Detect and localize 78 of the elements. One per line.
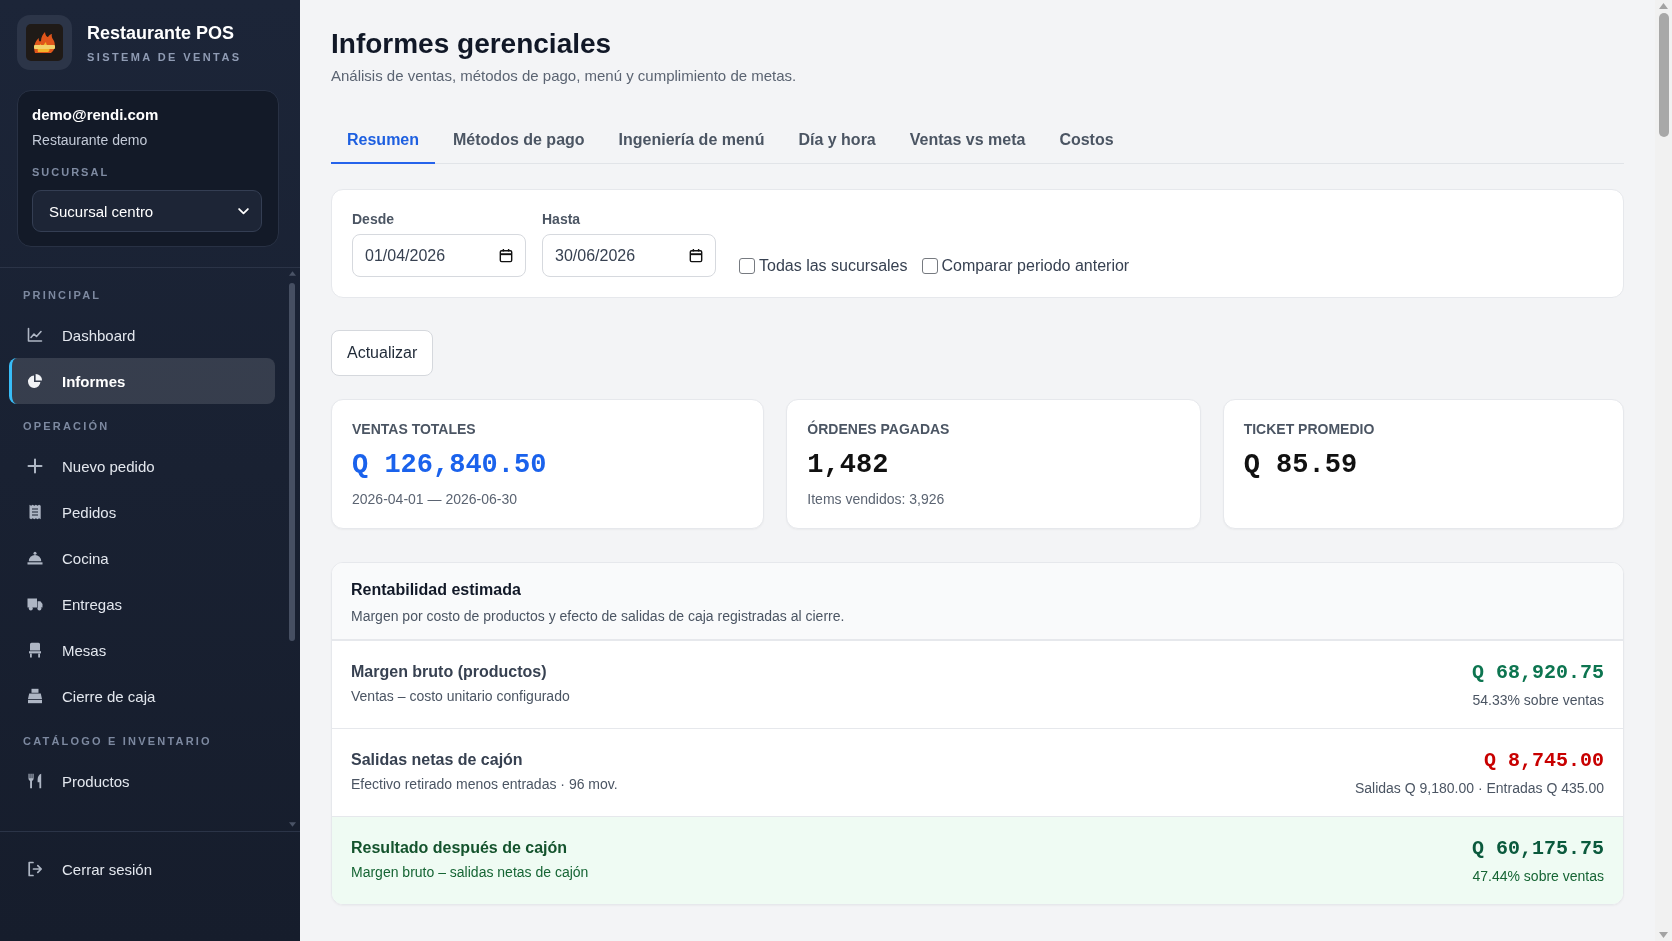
- row-description: Margen bruto – salidas netas de cajón: [351, 863, 589, 881]
- stat-note: Items vendidos: 3,926: [807, 490, 946, 508]
- brand-subtitle: SISTEMA DE VENTAS: [87, 49, 242, 64]
- tab[interactable]: Ingeniería de menú: [602, 117, 781, 164]
- stat-value: Q 126,840.50: [352, 449, 548, 482]
- chevron-down-icon: [238, 207, 249, 215]
- stat-value: Q 85.59: [1243, 449, 1359, 482]
- row-detail: 54.33% sobre ventas: [1472, 691, 1604, 709]
- branch-label: SUCURSAL: [32, 165, 111, 179]
- row-detail: 47.44% sobre ventas: [1472, 867, 1604, 885]
- tab[interactable]: Resumen: [331, 117, 436, 164]
- scrollbar-thumb[interactable]: [1658, 13, 1669, 137]
- row-description: Ventas – costo unitario configurado: [351, 687, 570, 705]
- stat-label: ÓRDENES PAGADAS: [807, 420, 951, 438]
- utensils-icon: [27, 773, 43, 789]
- date-field[interactable]: 30/06/2026: [542, 234, 716, 277]
- nav-item[interactable]: Nuevo pedido: [9, 443, 275, 489]
- cloche-icon: [27, 550, 43, 566]
- tab[interactable]: Métodos de pago: [437, 117, 601, 164]
- plus-icon: [27, 458, 43, 474]
- nav-item[interactable]: Cierre de caja: [9, 673, 275, 719]
- refresh-button[interactable]: Actualizar: [331, 330, 434, 376]
- business-name: Restaurante demo: [32, 131, 149, 150]
- checkbox-label[interactable]: Todas las sucursales: [759, 255, 908, 277]
- card-description: Margen por costo de productos y efecto de salidas de caja registradas al cierre.: [351, 607, 846, 625]
- row-title: Salidas netas de cajón: [351, 750, 524, 770]
- scroll-down-icon[interactable]: [1659, 932, 1668, 938]
- cash-register-icon: [27, 688, 43, 704]
- nav-section-title: PRINCIPAL: [22, 288, 103, 303]
- account-email: demo@rendi.com: [32, 105, 160, 125]
- logout-item[interactable]: Cerrar sesión: [9, 846, 286, 892]
- logo-icon: [17, 15, 72, 70]
- stat-label: VENTAS TOTALES: [352, 420, 477, 438]
- stat-value: 1,482: [807, 449, 890, 482]
- branch-select[interactable]: Sucursal centro: [32, 190, 262, 232]
- row-title: Margen bruto (productos): [351, 662, 548, 682]
- scroll-down-icon[interactable]: [289, 822, 296, 827]
- pie-chart-icon: [27, 373, 43, 389]
- nav-section-title: CATÁLOGO E INVENTARIO: [22, 734, 213, 749]
- row-title: Resultado después de cajón: [351, 838, 569, 858]
- page-title: Informes gerenciales: [331, 27, 613, 61]
- truck-icon: [27, 596, 43, 612]
- date-field[interactable]: 01/04/2026: [352, 234, 526, 277]
- checkbox-label[interactable]: Comparar periodo anterior: [941, 255, 1130, 277]
- calendar-icon[interactable]: [499, 248, 513, 263]
- checkbox[interactable]: [739, 258, 755, 274]
- stat-label: TICKET PROMEDIO: [1243, 420, 1376, 438]
- stat-note: 2026-04-01 — 2026-06-30: [352, 490, 518, 508]
- nav-item[interactable]: Productos: [9, 758, 275, 804]
- checkbox[interactable]: [921, 258, 938, 274]
- receipt-icon: [27, 504, 43, 520]
- row-amount: Q 60,175.75: [1471, 837, 1604, 861]
- nav-item[interactable]: Entregas: [9, 581, 275, 627]
- chair-icon: [27, 642, 43, 658]
- scrollbar-thumb[interactable]: [289, 283, 295, 641]
- nav-section-title: OPERACIÓN: [22, 419, 111, 434]
- scroll-up-icon[interactable]: [289, 271, 296, 276]
- row-amount: Q 8,745.00: [1483, 749, 1604, 773]
- row-detail: Salidas Q 9,180.00 · Entradas Q 435.00: [1354, 779, 1604, 797]
- nav-item[interactable]: Pedidos: [9, 489, 275, 535]
- calendar-icon[interactable]: [689, 248, 703, 263]
- nav-item[interactable]: Informes: [9, 358, 275, 404]
- row-amount: Q 68,920.75: [1471, 661, 1604, 685]
- nav-item[interactable]: Dashboard: [9, 312, 275, 358]
- nav-item[interactable]: Cocina: [9, 535, 275, 581]
- field-label: Hasta: [542, 210, 582, 228]
- field-label: Desde: [352, 210, 396, 228]
- tab[interactable]: Día y hora: [782, 117, 892, 164]
- nav-item[interactable]: Mesas: [9, 627, 275, 673]
- page-subtitle: Análisis de ventas, métodos de pago, menú y cumplimiento de metas.: [331, 66, 798, 86]
- scroll-up-icon[interactable]: [1659, 3, 1668, 9]
- card-title: Rentabilidad estimada: [351, 580, 522, 600]
- logout-icon: [27, 861, 43, 877]
- line-chart-icon: [27, 327, 43, 343]
- row-description: Efectivo retirado menos entradas · 96 mov.: [351, 775, 618, 793]
- tab[interactable]: Ventas vs meta: [893, 117, 1042, 164]
- tab[interactable]: Costos: [1043, 117, 1130, 164]
- brand-title: Restaurante POS: [87, 21, 236, 44]
